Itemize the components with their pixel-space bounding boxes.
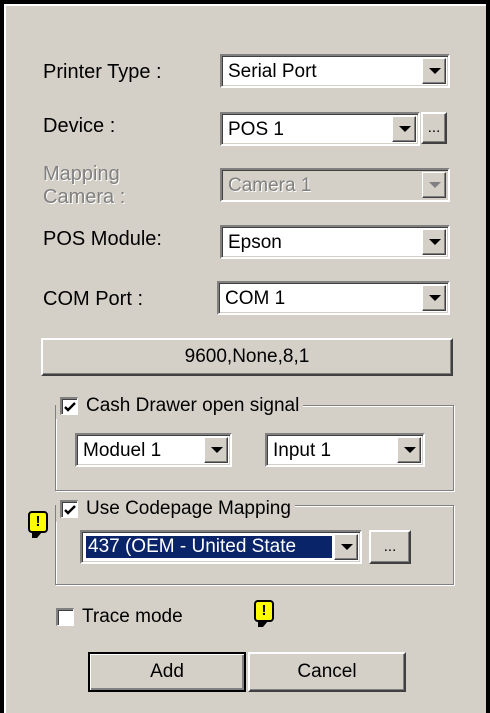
device-label: Device :: [43, 115, 116, 137]
codepage-browse-button[interactable]: ...: [369, 530, 411, 564]
add-button-label: Add: [150, 661, 184, 682]
mapping-camera-value: Camera 1: [228, 175, 312, 196]
device-select[interactable]: POS 1: [220, 112, 420, 146]
codepage-warning-icon: !: [28, 511, 48, 538]
chevron-down-icon[interactable]: [422, 229, 446, 255]
cash-drawer-module-select[interactable]: Moduel 1: [75, 433, 232, 467]
add-button[interactable]: Add: [88, 652, 246, 692]
chevron-down-icon: [422, 172, 446, 198]
trace-mode-label: Trace mode: [82, 606, 183, 627]
mapping-camera-label-line1: Mapping: [43, 163, 120, 185]
frame-border-right: [486, 0, 490, 713]
trace-mode-option[interactable]: Trace mode: [56, 604, 183, 630]
com-port-label: COM Port :: [43, 288, 144, 310]
chevron-down-icon[interactable]: [392, 116, 416, 142]
chevron-down-icon[interactable]: [204, 437, 228, 463]
frame-highlight-left: [4, 4, 6, 713]
printer-type-label: Printer Type :: [43, 61, 162, 83]
chevron-down-icon[interactable]: [422, 285, 446, 311]
cash-drawer-input-value: Input 1: [273, 440, 332, 461]
codepage-label: Use Codepage Mapping: [86, 498, 291, 519]
cash-drawer-module-value: Moduel 1: [83, 440, 162, 461]
device-browse-label: ...: [427, 119, 441, 136]
printer-type-value: Serial Port: [228, 61, 317, 82]
serial-settings-label: 9600,None,8,1: [184, 346, 310, 367]
pos-module-select[interactable]: Epson: [220, 225, 450, 259]
printer-type-select[interactable]: Serial Port: [220, 54, 450, 88]
cash-drawer-label: Cash Drawer open signal: [86, 395, 300, 416]
device-value: POS 1: [228, 119, 284, 140]
chevron-down-icon[interactable]: [334, 534, 358, 560]
cash-drawer-legend[interactable]: Cash Drawer open signal: [56, 393, 304, 419]
codepage-legend[interactable]: Use Codepage Mapping: [56, 496, 295, 522]
mapping-camera-label-line2: Camera :: [43, 186, 126, 208]
com-port-value: COM 1: [225, 288, 286, 309]
device-browse-button[interactable]: ...: [421, 112, 447, 144]
codepage-select[interactable]: 437 (OEM - United State: [80, 530, 362, 564]
dialog-panel: Printer Type : Serial Port Device : POS …: [0, 0, 490, 713]
pos-module-value: Epson: [228, 232, 282, 253]
chevron-down-icon[interactable]: [397, 437, 421, 463]
trace-mode-checkbox[interactable]: [56, 608, 74, 626]
codepage-checkbox[interactable]: [60, 500, 78, 518]
frame-highlight-top: [4, 4, 486, 6]
mapping-camera-select: Camera 1: [220, 168, 450, 202]
pos-module-label: POS Module:: [43, 228, 162, 250]
cancel-button[interactable]: Cancel: [248, 652, 406, 692]
cash-drawer-checkbox[interactable]: [60, 397, 78, 415]
com-port-select[interactable]: COM 1: [217, 281, 450, 315]
checkmark-icon: [64, 505, 76, 515]
cancel-button-label: Cancel: [297, 661, 357, 682]
serial-settings-button[interactable]: 9600,None,8,1: [41, 338, 453, 376]
chevron-down-icon[interactable]: [422, 58, 446, 84]
trace-warning-icon: !: [254, 600, 274, 627]
checkmark-icon: [64, 402, 76, 412]
codepage-value: 437 (OEM - United State: [86, 536, 332, 558]
cash-drawer-input-select[interactable]: Input 1: [265, 433, 425, 467]
codepage-browse-label: ...: [383, 538, 397, 555]
